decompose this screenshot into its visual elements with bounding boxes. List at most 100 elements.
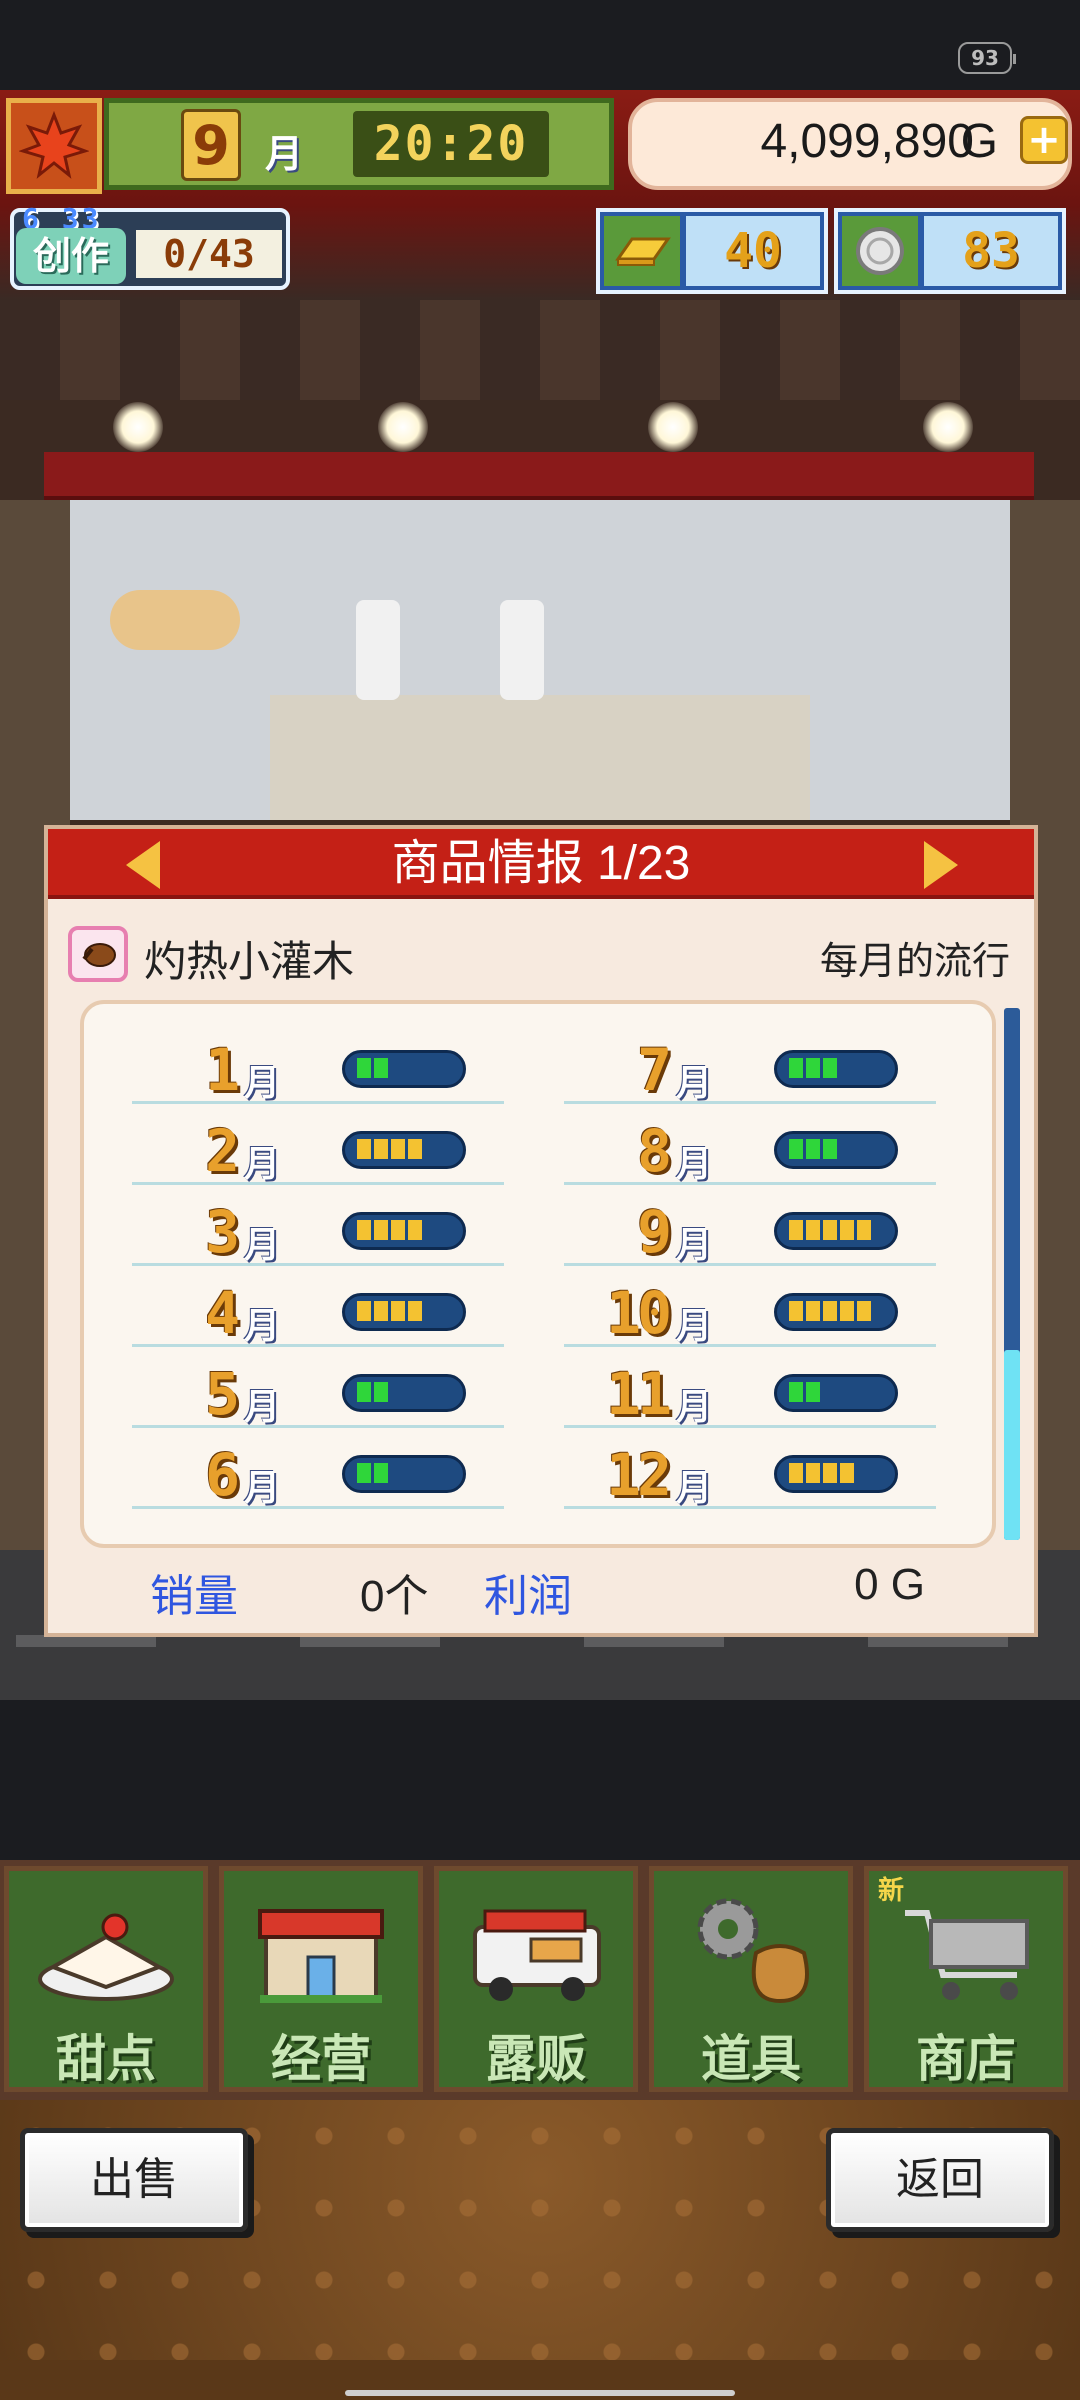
panel-title: 商品情报 1/23 xyxy=(391,837,691,890)
month-unit: 月 xyxy=(676,1468,713,1509)
food-truck-icon xyxy=(473,1909,601,2001)
shopping-cart-icon xyxy=(905,1910,1029,2000)
scrollbar[interactable] xyxy=(1004,1008,1020,1540)
money-value: 4,099,890 xyxy=(760,115,974,168)
add-money-button[interactable]: + xyxy=(1020,116,1068,164)
home-indicator[interactable] xyxy=(345,2390,735,2396)
popularity-segment xyxy=(806,1382,820,1402)
month-number: 11 xyxy=(606,1360,672,1428)
month-unit: 月 xyxy=(676,1144,713,1185)
month-number: 9 xyxy=(637,1198,672,1266)
menu-button-items[interactable]: 道具 xyxy=(649,1866,853,2092)
month-unit: 月 xyxy=(676,1063,713,1104)
month-unit: 月 xyxy=(244,1468,281,1509)
item-name: 灼热小灌木 xyxy=(144,938,355,985)
silver-value: 83 xyxy=(924,216,1058,286)
popularity-segment xyxy=(374,1139,388,1159)
popularity-segment xyxy=(357,1382,371,1402)
popularity-segment xyxy=(391,1220,405,1240)
store-awning xyxy=(44,452,1034,502)
popularity-segment xyxy=(840,1301,854,1321)
popularity-segment xyxy=(374,1220,388,1240)
month-number: 5 xyxy=(205,1360,240,1428)
row-divider xyxy=(132,1425,504,1428)
popularity-segment xyxy=(823,1058,837,1078)
silver-coin-icon xyxy=(842,216,918,286)
popularity-segment xyxy=(857,1220,871,1240)
menu-button-sweets[interactable]: 甜点 xyxy=(4,1866,208,2092)
next-arrow-icon[interactable] xyxy=(924,841,958,889)
store-counter xyxy=(270,695,810,820)
back-button[interactable]: 返回 xyxy=(826,2128,1054,2232)
menu-label: 露贩 xyxy=(486,2030,586,2088)
popularity-segment xyxy=(840,1463,854,1483)
month-number: 12 xyxy=(606,1441,672,1509)
month-row: 3月 xyxy=(132,1186,504,1266)
popularity-segment xyxy=(408,1220,422,1240)
month-unit: 月 xyxy=(265,132,304,176)
month-row: 4月 xyxy=(132,1267,504,1347)
month-unit: 月 xyxy=(244,1063,281,1104)
popularity-segment xyxy=(357,1301,371,1321)
month-number: 9 xyxy=(181,109,241,181)
row-divider xyxy=(132,1101,504,1104)
popularity-bar xyxy=(342,1455,466,1493)
panel-header: 商品情报 1/23 xyxy=(48,829,1034,899)
popularity-bar xyxy=(774,1293,898,1331)
month-unit: 月 xyxy=(676,1387,713,1428)
month-number: 2 xyxy=(205,1117,240,1185)
month-number: 4 xyxy=(205,1279,240,1347)
popularity-segment xyxy=(823,1463,837,1483)
popularity-segment xyxy=(789,1382,803,1402)
month-row: 6月 xyxy=(132,1429,504,1509)
gold-bar-icon xyxy=(604,216,680,286)
menu-label: 经营 xyxy=(271,2030,371,2088)
row-divider xyxy=(564,1425,936,1428)
money-display: 4,099,890 G xyxy=(628,98,1072,190)
popularity-segment xyxy=(789,1139,803,1159)
popularity-segment xyxy=(857,1301,871,1321)
popularity-segment xyxy=(789,1463,803,1483)
popularity-segment xyxy=(806,1301,820,1321)
month-unit: 月 xyxy=(676,1306,713,1347)
menu-label: 道具 xyxy=(701,2030,801,2088)
month-number: 8 xyxy=(637,1117,672,1185)
month-number: 6 xyxy=(205,1441,240,1509)
month-row: 7月 xyxy=(564,1024,936,1104)
main-menu: 甜点 经营 露贩 道具 商店 xyxy=(0,1860,1080,2100)
row-divider xyxy=(564,1263,936,1266)
trend-label: 每月的流行 xyxy=(819,941,1010,983)
month-row: 1月 xyxy=(132,1024,504,1104)
menu-button-management[interactable]: 经营 xyxy=(219,1866,423,2092)
popularity-segment xyxy=(806,1139,820,1159)
menu-button-street-stall[interactable]: 露贩 xyxy=(434,1866,638,2092)
month-number: 7 xyxy=(637,1036,672,1104)
menu-label: 商店 xyxy=(916,2030,1016,2088)
monthly-trend-grid: 1月2月3月4月5月6月 7 月 8 月 9 月 10 月 11 月 12 月 xyxy=(80,1000,996,1548)
chef-character xyxy=(500,600,544,700)
popularity-bar xyxy=(774,1212,898,1250)
month-row: 9月 xyxy=(564,1186,936,1266)
month-unit: 月 xyxy=(244,1225,281,1266)
popularity-bar xyxy=(774,1131,898,1169)
profit-label: 利润 xyxy=(484,1572,572,1621)
month-row: 2月 xyxy=(132,1105,504,1185)
create-count: 0/43 xyxy=(136,230,282,278)
sell-button[interactable]: 出售 xyxy=(20,2128,248,2232)
month-row: 11 月 xyxy=(564,1348,936,1428)
chef-character xyxy=(356,600,400,700)
ceiling-light xyxy=(923,402,973,452)
row-divider xyxy=(132,1182,504,1185)
scrollbar-thumb[interactable] xyxy=(1004,1350,1020,1540)
popularity-segment xyxy=(357,1058,371,1078)
create-label: 创作 xyxy=(16,228,126,284)
month-row: 5月 xyxy=(132,1348,504,1428)
popularity-bar xyxy=(774,1374,898,1412)
gold-resource: 40 xyxy=(596,208,828,294)
sales-label: 销量 xyxy=(150,1572,238,1621)
month-row: 12 月 xyxy=(564,1429,936,1509)
month-row: 8月 xyxy=(564,1105,936,1185)
row-divider xyxy=(564,1344,936,1347)
popularity-segment xyxy=(374,1058,388,1078)
popularity-segment xyxy=(789,1220,803,1240)
